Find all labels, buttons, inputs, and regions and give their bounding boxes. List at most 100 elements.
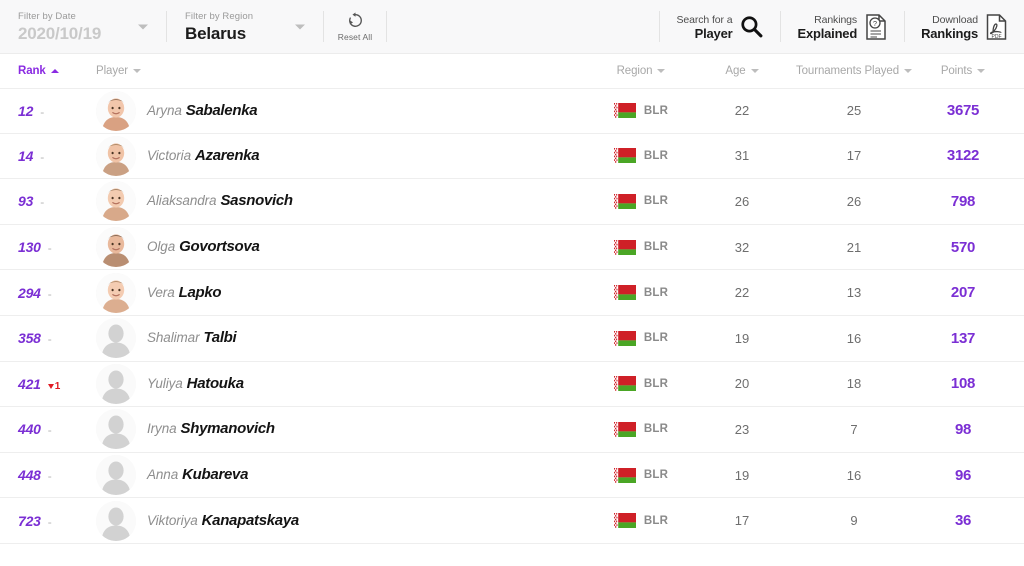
avatar	[96, 90, 136, 131]
age-cell: 22	[700, 285, 784, 300]
tournaments-played-value: 17	[846, 148, 862, 164]
player-cell[interactable]: Olga Govortsova	[86, 227, 582, 268]
belarus-flag-icon	[613, 193, 636, 209]
player-cell[interactable]: Victoria Azarenka	[86, 135, 582, 176]
avatar	[96, 181, 136, 222]
placeholder-avatar-icon	[96, 500, 136, 541]
points-value: 96	[954, 466, 972, 484]
player-cell[interactable]: Iryna Shymanovich	[86, 409, 582, 450]
placeholder-avatar-icon	[96, 318, 136, 359]
rank-movement-flat: -	[40, 104, 45, 119]
table-row[interactable]: 448- Anna Kubareva BLR 19 16 96	[0, 452, 1024, 499]
region-code: BLR	[643, 332, 669, 345]
player-photo	[96, 272, 136, 313]
points-value: 36	[954, 512, 972, 530]
rank-cell: 358-	[0, 330, 86, 346]
player-last-name: Azarenka	[194, 146, 260, 164]
player-name: Aliaksandra Sasnovich	[147, 192, 293, 210]
table-row[interactable]: 421 1 Yuliya Hatouka BLR 20 18 108	[0, 361, 1024, 408]
table-row[interactable]: 130- Olga Govortsova BLR 32 21 570	[0, 224, 1024, 271]
table-row[interactable]: 440- Iryna Shymanovich BLR 23 7 98	[0, 407, 1024, 453]
player-cell[interactable]: Aryna Sabalenka	[86, 90, 582, 131]
filter-region-text: Filter by Region Belarus	[185, 11, 253, 43]
age-value: 32	[734, 239, 750, 255]
column-header-rank-label: Rank	[18, 65, 46, 77]
rank-movement-flat: -	[47, 286, 52, 301]
tournaments-played-cell: 13	[784, 285, 924, 300]
table-row[interactable]: 358- Shalimar Talbi BLR 19 16 137	[0, 315, 1024, 362]
tournaments-played-cell: 25	[784, 103, 924, 118]
region-code: BLR	[643, 377, 669, 390]
chevron-down-icon[interactable]	[138, 24, 148, 29]
belarus-flag-icon	[613, 330, 636, 346]
player-cell[interactable]: Anna Kubareva	[86, 455, 582, 496]
player-last-name: Talbi	[203, 329, 237, 347]
age-cell: 19	[700, 468, 784, 483]
search-player-button[interactable]: Search for a Player	[660, 0, 780, 53]
table-row[interactable]: 723- Viktoriya Kanapatskaya BLR 17 9 36	[0, 498, 1024, 544]
filter-by-region-dropdown[interactable]: Filter by Region Belarus	[167, 0, 323, 53]
age-cell: 19	[700, 331, 784, 346]
chevron-down-icon	[750, 69, 759, 73]
table-row[interactable]: 12- Aryna Sabalenka BLR 22 25 3675	[0, 88, 1024, 134]
table-row[interactable]: 14- Victoria Azarenka BLR 31 17 3122	[0, 133, 1024, 180]
player-last-name: Govortsova	[179, 238, 260, 256]
age-cell: 31	[700, 148, 784, 163]
filter-date-label: Filter by Date	[18, 10, 76, 22]
rank-cell: 421 1	[0, 376, 86, 392]
column-header-age[interactable]: Age	[700, 65, 784, 77]
rank-movement-flat: -	[40, 149, 45, 164]
region-cell: BLR	[582, 421, 700, 437]
filter-date-value: 2020/10/19	[18, 23, 102, 43]
region-code: BLR	[643, 514, 669, 527]
column-header-region[interactable]: Region	[582, 65, 700, 77]
table-row[interactable]: 93- Aliaksandra Sasnovich BLR 26 26 798	[0, 179, 1024, 225]
chevron-down-icon[interactable]	[295, 24, 305, 29]
tournaments-played-cell: 18	[784, 376, 924, 391]
belarus-flag-icon	[613, 513, 636, 529]
column-header-tournaments-played[interactable]: Tournaments Played	[784, 65, 924, 77]
player-photo	[96, 181, 136, 222]
player-cell[interactable]: Yuliya Hatouka	[86, 363, 582, 404]
player-first-name: Victoria	[147, 147, 191, 163]
column-header-points[interactable]: Points	[924, 65, 1024, 77]
player-cell[interactable]: Vera Lapko	[86, 272, 582, 313]
reset-all-button[interactable]: Reset All	[324, 0, 386, 53]
player-name: Iryna Shymanovich	[147, 420, 275, 438]
rank-movement-flat: -	[47, 423, 52, 438]
column-header-player[interactable]: Player	[86, 65, 582, 77]
avatar	[96, 135, 136, 176]
pdf-document-icon: PDF	[986, 13, 1007, 40]
player-cell[interactable]: Viktoriya Kanapatskaya	[86, 500, 582, 541]
region-code: BLR	[643, 241, 669, 254]
points-value: 570	[950, 238, 976, 256]
points-cell: 137	[924, 330, 1024, 347]
player-cell[interactable]: Aliaksandra Sasnovich	[86, 181, 582, 222]
player-first-name: Viktoriya	[147, 512, 198, 528]
rank-value: 421	[18, 375, 41, 392]
player-first-name: Shalimar	[147, 330, 200, 346]
rankings-explained-button[interactable]: Rankings Explained ?	[781, 0, 904, 53]
player-name: Yuliya Hatouka	[147, 375, 244, 393]
player-cell[interactable]: Shalimar Talbi	[86, 318, 582, 359]
download-rankings-button[interactable]: Download Rankings PDF	[905, 0, 1024, 53]
rank-movement-flat: -	[47, 241, 52, 256]
triangle-down-icon	[47, 383, 54, 389]
avatar	[96, 409, 136, 450]
player-first-name: Olga	[147, 239, 176, 255]
filter-by-date-dropdown[interactable]: Filter by Date 2020/10/19	[0, 0, 166, 53]
reset-all-label: Reset All	[337, 31, 373, 42]
age-value: 19	[734, 330, 750, 346]
belarus-flag-icon	[613, 148, 636, 164]
tournaments-played-value: 21	[846, 239, 862, 255]
tournaments-played-value: 16	[846, 330, 862, 346]
filter-toolbar: Filter by Date 2020/10/19 Filter by Regi…	[0, 0, 1024, 54]
belarus-flag-icon	[613, 376, 636, 392]
column-header-rank[interactable]: Rank	[0, 65, 86, 77]
table-row[interactable]: 294- Vera Lapko BLR 22 13 207	[0, 270, 1024, 316]
rank-value: 723	[18, 512, 41, 529]
filter-date-text: Filter by Date 2020/10/19	[18, 11, 101, 43]
player-name: Aryna Sabalenka	[147, 102, 258, 120]
tournaments-played-cell: 17	[784, 148, 924, 163]
rank-movement-flat: -	[47, 332, 52, 347]
